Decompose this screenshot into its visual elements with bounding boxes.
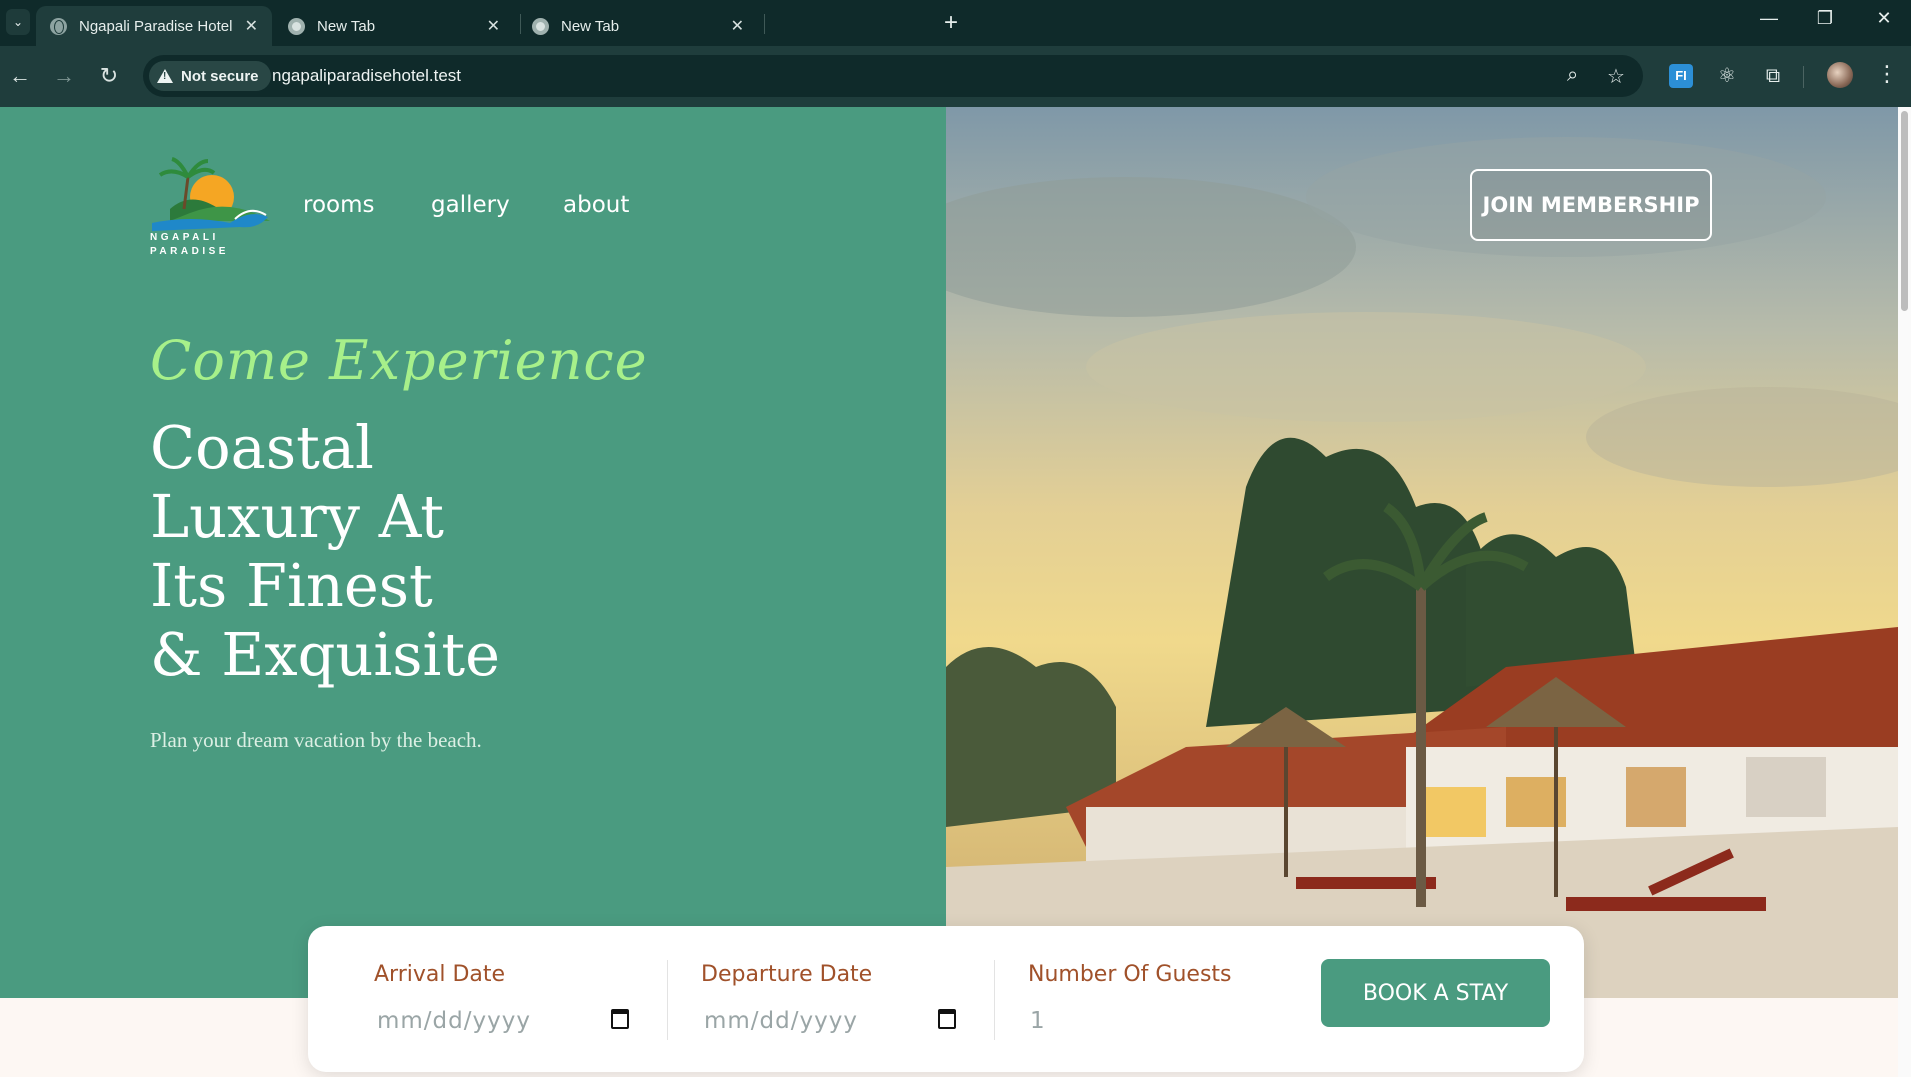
hero-headline: Coastal Luxury At Its Finest & Exquisite — [150, 413, 500, 689]
restore-icon[interactable]: ❐ — [1810, 8, 1840, 29]
guests-field[interactable]: Number Of Guests 1 — [1028, 926, 1278, 1072]
menu-kebab-icon[interactable]: ⋮ — [1876, 61, 1898, 87]
forward-icon[interactable]: → — [51, 63, 77, 89]
book-a-stay-button[interactable]: BOOK A STAY — [1321, 959, 1550, 1027]
minimize-icon[interactable]: — — [1754, 8, 1784, 29]
hero-subtitle: Plan your dream vacation by the beach. — [150, 728, 482, 752]
calendar-icon[interactable] — [938, 1009, 956, 1029]
guests-input[interactable]: 1 — [1030, 1008, 1046, 1034]
field-divider — [994, 960, 995, 1040]
headline-line: & Exquisite — [150, 620, 501, 689]
bookmark-star-icon[interactable]: ☆ — [1607, 64, 1625, 89]
tab-new-1[interactable]: New Tab ✕ — [274, 6, 514, 46]
departure-date-input[interactable]: mm/dd/yyyy — [704, 1008, 858, 1034]
browser-toolbar: ← → ↻ Not secure ngapaliparadisehotel.te… — [0, 46, 1911, 107]
extensions-puzzle-icon[interactable]: ⧉ — [1761, 64, 1785, 88]
zoom-icon[interactable]: ⌕ — [1567, 64, 1578, 87]
back-icon[interactable]: ← — [7, 63, 33, 89]
reload-icon[interactable]: ↻ — [96, 63, 122, 89]
profile-avatar[interactable] — [1827, 62, 1853, 88]
close-tab-icon[interactable]: ✕ — [731, 16, 744, 36]
extension-fi-icon[interactable]: FI — [1669, 64, 1693, 88]
hero-beach-photo — [946, 107, 1898, 998]
globe-icon — [50, 17, 67, 35]
tab-ngapali[interactable]: Ngapali Paradise Hotel | Your G ✕ — [36, 6, 272, 46]
arrival-date-field[interactable]: Arrival Date mm/dd/yyyy — [374, 926, 634, 1072]
join-membership-button[interactable]: JOIN MEMBERSHIP — [1470, 169, 1712, 241]
warning-icon — [157, 69, 173, 83]
toolbar-divider — [1803, 66, 1804, 88]
headline-line: Its Finest — [150, 551, 433, 620]
address-bar[interactable]: Not secure ngapaliparadisehotel.test ⌕ ☆ — [143, 55, 1643, 97]
close-tab-icon[interactable]: ✕ — [245, 16, 258, 36]
headline-line: Coastal — [150, 413, 374, 482]
url-text[interactable]: ngapaliparadisehotel.test — [272, 66, 461, 86]
booking-form: Arrival Date mm/dd/yyyy Departure Date m… — [308, 926, 1584, 1072]
tab-new-2[interactable]: New Tab ✕ — [518, 6, 758, 46]
headline-line: Luxury At — [150, 482, 445, 551]
extension-atom-icon[interactable]: ⚛ — [1715, 64, 1739, 88]
nav-link-about[interactable]: about — [563, 192, 629, 218]
calendar-icon[interactable] — [611, 1009, 629, 1029]
hero-script-title: Come Experience — [150, 329, 648, 392]
web-page: NGAPALI PARADISE rooms gallery about JOI… — [0, 107, 1911, 1077]
field-divider — [667, 960, 668, 1040]
guests-label: Number Of Guests — [1028, 962, 1232, 987]
nav-link-gallery[interactable]: gallery — [431, 192, 510, 218]
beach-resort-illustration — [946, 107, 1898, 998]
scrollbar-thumb[interactable] — [1901, 111, 1908, 311]
close-window-icon[interactable]: ✕ — [1869, 8, 1899, 29]
new-tab-button[interactable]: + — [944, 9, 958, 37]
security-chip[interactable]: Not secure — [149, 61, 271, 91]
tab-title: Ngapali Paradise Hotel | Your G — [79, 17, 237, 35]
departure-date-field[interactable]: Departure Date mm/dd/yyyy — [701, 926, 961, 1072]
chrome-icon — [532, 17, 549, 35]
chrome-icon — [288, 17, 305, 35]
tab-strip: ⌄ Ngapali Paradise Hotel | Your G ✕ New … — [0, 0, 1911, 46]
arrival-date-input[interactable]: mm/dd/yyyy — [377, 1008, 531, 1034]
tab-divider — [764, 14, 765, 34]
tab-title: New Tab — [317, 17, 376, 35]
arrival-date-label: Arrival Date — [374, 962, 506, 987]
logo-wordmark: NGAPALI PARADISE — [150, 232, 229, 257]
departure-date-label: Departure Date — [701, 962, 873, 987]
tab-title: New Tab — [561, 17, 620, 35]
nav-link-rooms[interactable]: rooms — [303, 192, 374, 218]
security-label: Not secure — [181, 67, 259, 85]
tab-search-button[interactable]: ⌄ — [6, 9, 30, 35]
close-tab-icon[interactable]: ✕ — [487, 16, 500, 36]
